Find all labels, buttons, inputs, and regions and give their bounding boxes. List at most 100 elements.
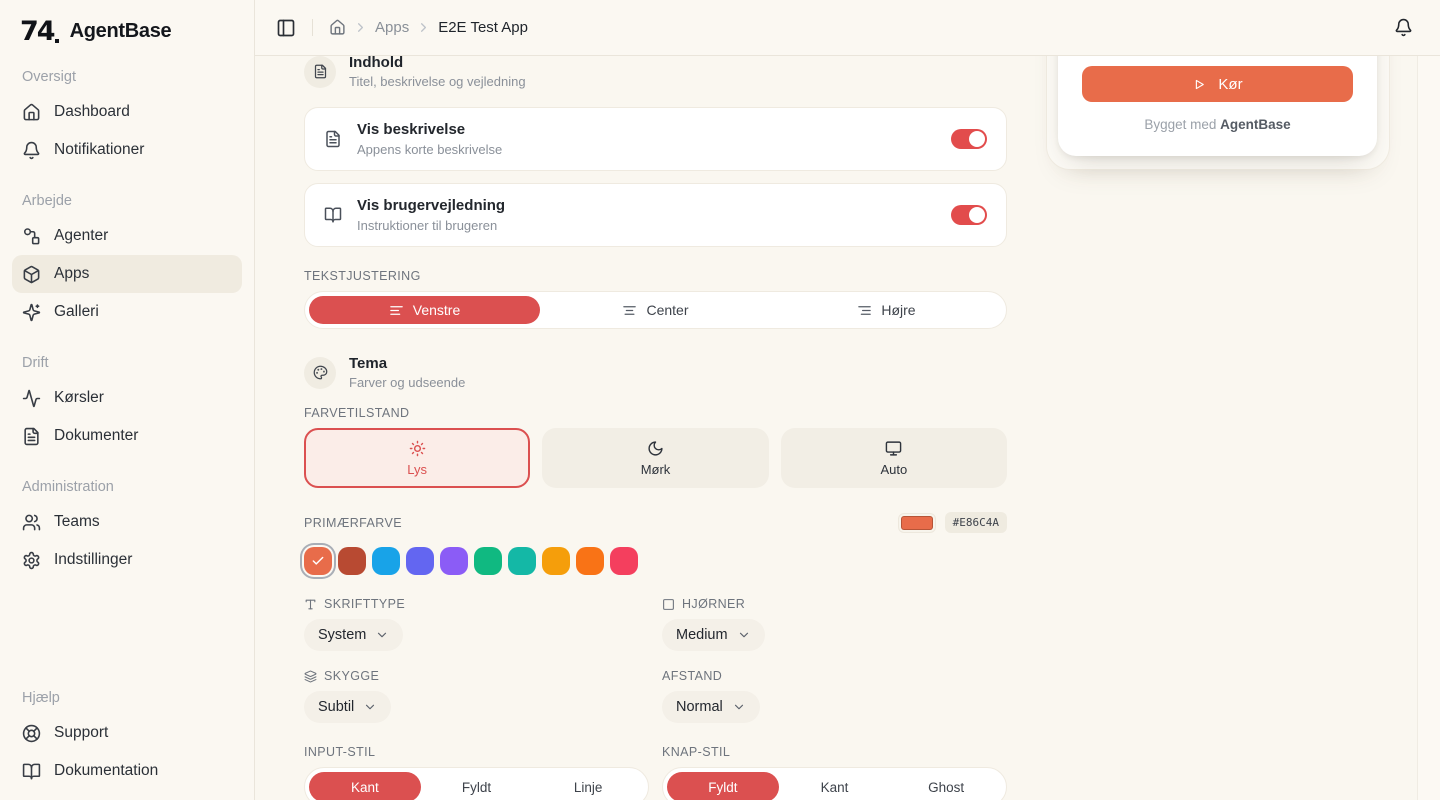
primary-color-swatch bbox=[901, 516, 933, 530]
primary-color-hex-badge: #E86C4A bbox=[945, 512, 1007, 533]
built-with-brand: AgentBase bbox=[1220, 117, 1291, 132]
input-style-fyldt[interactable]: Fyldt bbox=[421, 772, 533, 800]
topbar: Apps E2E Test App bbox=[255, 0, 1440, 56]
activity-icon bbox=[22, 389, 41, 408]
color-swatch[interactable] bbox=[372, 547, 400, 575]
primary-color-row: PRIMÆRFARVE #E86C4A bbox=[304, 512, 1007, 533]
run-button-label: Kør bbox=[1218, 76, 1242, 93]
align-option-hojre[interactable]: Højre bbox=[771, 296, 1002, 324]
sidebar-item-indstillinger[interactable]: Indstillinger bbox=[12, 541, 242, 579]
section-tema: Tema Farver og udseende bbox=[304, 355, 1007, 390]
notifications-bell-icon[interactable] bbox=[1394, 18, 1413, 37]
life-buoy-icon bbox=[22, 724, 41, 743]
breadcrumb-apps[interactable]: Apps bbox=[375, 19, 409, 36]
align-center-icon bbox=[622, 303, 637, 318]
color-swatch[interactable] bbox=[474, 547, 502, 575]
color-swatch[interactable] bbox=[508, 547, 536, 575]
input-style-linje[interactable]: Linje bbox=[532, 772, 644, 800]
toggle-title: Vis beskrivelse bbox=[357, 121, 502, 139]
sidebar-item-label: Apps bbox=[54, 265, 89, 283]
color-swatch[interactable] bbox=[406, 547, 434, 575]
nav-section-hjaelp: Hjælp bbox=[12, 690, 242, 706]
play-icon bbox=[1192, 77, 1207, 92]
toggle-row-vis-brugervejledning: Vis brugervejledning Instruktioner til b… bbox=[304, 183, 1007, 247]
mode-option-auto[interactable]: Auto bbox=[781, 428, 1007, 488]
vis-brugervejledning-toggle[interactable] bbox=[951, 205, 987, 225]
color-swatch[interactable] bbox=[440, 547, 468, 575]
mode-option-label: Mørk bbox=[641, 462, 671, 477]
breadcrumb: Apps E2E Test App bbox=[329, 19, 528, 36]
mode-option-lys[interactable]: Lys bbox=[304, 428, 530, 488]
scrollbar-gutter[interactable] bbox=[1417, 56, 1440, 800]
shadow-select-value: Subtil bbox=[318, 699, 354, 715]
square-icon bbox=[662, 598, 675, 611]
corners-select[interactable]: Medium bbox=[662, 619, 765, 651]
sidebar-item-label: Agenter bbox=[54, 227, 108, 245]
bell-icon bbox=[22, 141, 41, 160]
skygge-label: SKYGGE bbox=[324, 669, 379, 683]
vis-beskrivelse-toggle[interactable] bbox=[951, 129, 987, 149]
sidebar-toggle-icon[interactable] bbox=[276, 18, 296, 38]
style-settings-grid: SKRIFTTYPE System HJØRNER Medium bbox=[304, 597, 1007, 723]
sidebar-item-apps[interactable]: Apps bbox=[12, 255, 242, 293]
align-option-center[interactable]: Center bbox=[540, 296, 771, 324]
hjorner-label-row: HJØRNER bbox=[662, 597, 1007, 611]
book-open-icon bbox=[22, 762, 41, 781]
component-style-grid: INPUT-STIL Kant Fyldt Linje KNAP-STIL Fy… bbox=[304, 745, 1007, 800]
sidebar-item-dashboard[interactable]: Dashboard bbox=[12, 93, 242, 131]
sidebar-item-korsler[interactable]: Kørsler bbox=[12, 379, 242, 417]
segment-label: Linje bbox=[574, 780, 603, 795]
shadow-select[interactable]: Subtil bbox=[304, 691, 391, 723]
sidebar-item-support[interactable]: Support bbox=[12, 714, 242, 752]
sidebar-item-dokumentation[interactable]: Dokumentation bbox=[12, 752, 242, 790]
section-icon-circle bbox=[304, 357, 336, 389]
sidebar-item-label: Support bbox=[54, 724, 108, 742]
home-icon bbox=[22, 103, 41, 122]
mode-option-mork[interactable]: Mørk bbox=[542, 428, 768, 488]
nav-section-arbejde: Arbejde bbox=[12, 193, 242, 209]
chevron-right-icon bbox=[353, 20, 368, 35]
sidebar-item-notifikationer[interactable]: Notifikationer bbox=[12, 131, 242, 169]
breadcrumb-home-icon[interactable] bbox=[329, 19, 346, 36]
run-button[interactable]: Kør bbox=[1082, 66, 1353, 102]
gear-icon bbox=[22, 551, 41, 570]
color-swatch[interactable] bbox=[576, 547, 604, 575]
tekstjustering-label: TEKSTJUSTERING bbox=[304, 269, 1007, 283]
input-stil-label: INPUT-STIL bbox=[304, 745, 649, 759]
section-subtitle: Farver og udseende bbox=[349, 375, 465, 390]
topbar-divider bbox=[312, 19, 313, 36]
button-style-fyldt[interactable]: Fyldt bbox=[667, 772, 779, 800]
color-swatch-selected[interactable] bbox=[304, 547, 332, 575]
spacing-select[interactable]: Normal bbox=[662, 691, 760, 723]
font-select[interactable]: System bbox=[304, 619, 403, 651]
button-style-kant[interactable]: Kant bbox=[779, 772, 891, 800]
sidebar-item-dokumenter[interactable]: Dokumenter bbox=[12, 417, 242, 455]
sidebar-item-agenter[interactable]: Agenter bbox=[12, 217, 242, 255]
app-name: AgentBase bbox=[70, 20, 172, 43]
section-title: Indhold bbox=[349, 56, 526, 72]
color-swatch[interactable] bbox=[338, 547, 366, 575]
users-icon bbox=[22, 513, 41, 532]
sidebar-item-label: Teams bbox=[54, 513, 100, 531]
sidebar-item-teams[interactable]: Teams bbox=[12, 503, 242, 541]
color-swatch[interactable] bbox=[542, 547, 570, 575]
button-style-ghost[interactable]: Ghost bbox=[890, 772, 1002, 800]
monitor-icon bbox=[885, 440, 902, 457]
box-icon bbox=[22, 265, 41, 284]
app-logo: 74 AgentBase bbox=[12, 16, 242, 45]
align-right-icon bbox=[857, 303, 872, 318]
input-style-kant[interactable]: Kant bbox=[309, 772, 421, 800]
sidebar-item-label: Dashboard bbox=[54, 103, 130, 121]
chevron-down-icon bbox=[375, 628, 389, 642]
knap-stil-label: KNAP-STIL bbox=[662, 745, 1007, 759]
align-option-venstre[interactable]: Venstre bbox=[309, 296, 540, 324]
sidebar-item-galleri[interactable]: Galleri bbox=[12, 293, 242, 331]
file-text-icon bbox=[313, 64, 328, 79]
align-left-icon bbox=[389, 303, 404, 318]
chevron-right-icon bbox=[416, 20, 431, 35]
sidebar-item-label: Notifikationer bbox=[54, 141, 144, 159]
color-swatch[interactable] bbox=[610, 547, 638, 575]
workflow-icon bbox=[22, 227, 41, 246]
check-icon bbox=[311, 554, 325, 568]
align-option-label: Højre bbox=[881, 302, 915, 318]
